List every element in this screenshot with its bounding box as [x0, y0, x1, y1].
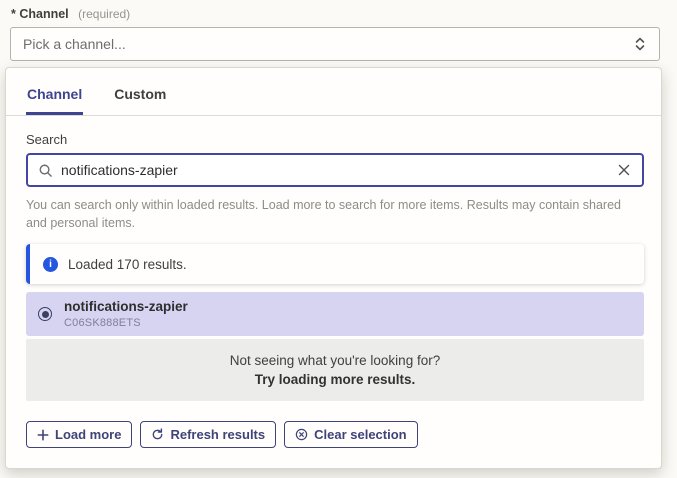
hint-line-1: Not seeing what you're looking for?	[230, 353, 440, 368]
info-banner-text: Loaded 170 results.	[68, 257, 187, 272]
hint-line-2: Try loading more results.	[255, 372, 416, 387]
tab-custom[interactable]: Custom	[113, 86, 167, 115]
dropdown-content: Search You can search only within loaded…	[6, 116, 661, 448]
option-title: notifications-zapier	[64, 299, 188, 315]
refresh-arrow-icon	[151, 428, 164, 441]
select-placeholder: Pick a channel...	[23, 36, 633, 52]
info-banner: Loaded 170 results.	[26, 244, 644, 284]
channel-option-selected[interactable]: notifications-zapier C06SK888ETS	[26, 292, 644, 336]
option-text: notifications-zapier C06SK888ETS	[64, 299, 188, 329]
chevron-up-down-icon	[633, 36, 647, 52]
radio-selected-icon	[38, 307, 52, 321]
tab-channel[interactable]: Channel	[26, 86, 83, 115]
search-input-wrapper	[26, 153, 644, 187]
option-id: C06SK888ETS	[64, 317, 188, 329]
load-more-button[interactable]: Load more	[26, 421, 132, 448]
x-circle-icon	[295, 428, 308, 441]
field-label: * Channel	[11, 7, 69, 21]
load-more-hint: Not seeing what you're looking for? Try …	[26, 339, 644, 401]
field-required-note: (required)	[78, 7, 130, 21]
search-label: Search	[26, 132, 644, 147]
info-banner-accent-bar	[26, 244, 30, 284]
clear-selection-label: Clear selection	[314, 427, 407, 442]
page: * Channel (required) Pick a channel... C…	[0, 0, 677, 478]
search-helper-text: You can search only within loaded result…	[26, 196, 628, 232]
info-circle-icon	[43, 257, 58, 272]
channel-dropdown-panel: Channel Custom Search You can search onl…	[5, 67, 662, 469]
dropdown-footer: Load more Refresh results Clear selectio…	[26, 421, 644, 448]
clear-selection-button[interactable]: Clear selection	[284, 421, 418, 448]
refresh-results-label: Refresh results	[170, 427, 265, 442]
magnifier-icon	[38, 163, 53, 178]
refresh-results-button[interactable]: Refresh results	[140, 421, 276, 448]
channel-select-trigger[interactable]: Pick a channel...	[10, 27, 660, 61]
dropdown-tabs: Channel Custom	[6, 68, 661, 116]
clear-search-button[interactable]	[616, 162, 632, 178]
search-input[interactable]	[61, 162, 608, 178]
field-header: * Channel (required)	[11, 7, 130, 21]
plus-icon	[37, 429, 49, 441]
load-more-label: Load more	[55, 427, 121, 442]
